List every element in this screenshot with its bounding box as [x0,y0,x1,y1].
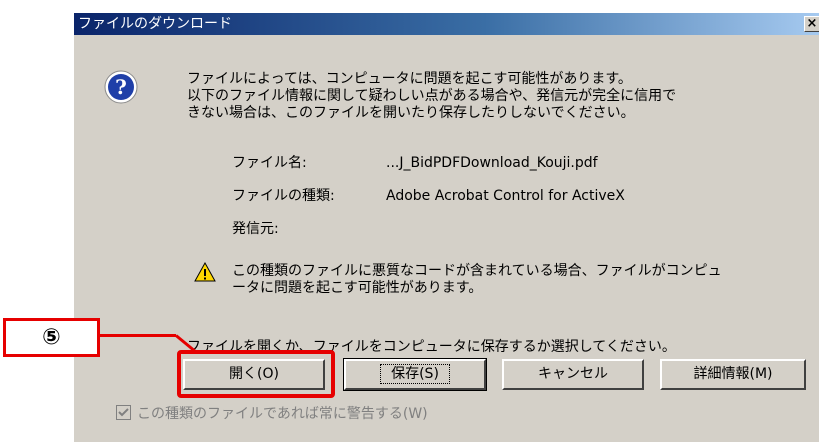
malicious-code-warning: この種類のファイルに悪質なコードが含まれている場合、ファイルがコンピュ ータに問… [232,263,812,297]
security-message: ファイルによっては、コンピュータに問題を起こす可能性があります。 以下のファイル… [187,71,807,122]
always-warn-label: この種類のファイルであれば常に警告する(W) [137,406,428,422]
cancel-button-label: キャンセル [538,366,608,382]
svg-text:?: ? [115,75,127,99]
message-line: きない場合は、このファイルを開いたり保存したりしないでください。 [187,105,635,121]
save-button[interactable]: 保存(S) [343,358,487,391]
source-label: 発信元: [232,221,279,237]
file-name-label: ファイル名: [232,155,307,171]
title-bar[interactable]: ファイルのダウンロード × [74,13,819,35]
file-name-value: ...J_BidPDFDownload_Kouji.pdf [386,155,598,171]
open-button-highlight [177,350,335,398]
file-type-value: Adobe Acrobat Control for ActiveX [386,188,625,204]
close-button[interactable]: × [804,16,819,32]
always-warn-checkbox-row[interactable]: この種類のファイルであれば常に警告する(W) [116,404,428,423]
window-title: ファイルのダウンロード [78,16,232,32]
save-button-label: 保存(S) [380,364,450,384]
file-type-label: ファイルの種類: [232,188,335,204]
details-button[interactable]: 詳細情報(M) [660,359,806,390]
message-line: ファイルによっては、コンピュータに問題を起こす可能性があります。 [187,71,632,87]
question-icon: ? [104,70,138,104]
warning-line: この種類のファイルに悪質なコードが含まれている場合、ファイルがコンピュ [232,263,722,279]
cancel-button[interactable]: キャンセル [502,359,644,390]
message-line: 以下のファイル情報に関して疑わしい点がある場合や、発信元が完全に信用で [187,88,677,104]
checkmark-icon [118,407,129,416]
step-number-label: ⑤ [3,318,100,357]
details-button-label: 詳細情報(M) [693,366,773,382]
always-warn-checkbox[interactable] [116,404,131,420]
warning-line: ータに問題を起こす可能性があります。 [232,280,483,296]
warning-icon [194,262,216,282]
